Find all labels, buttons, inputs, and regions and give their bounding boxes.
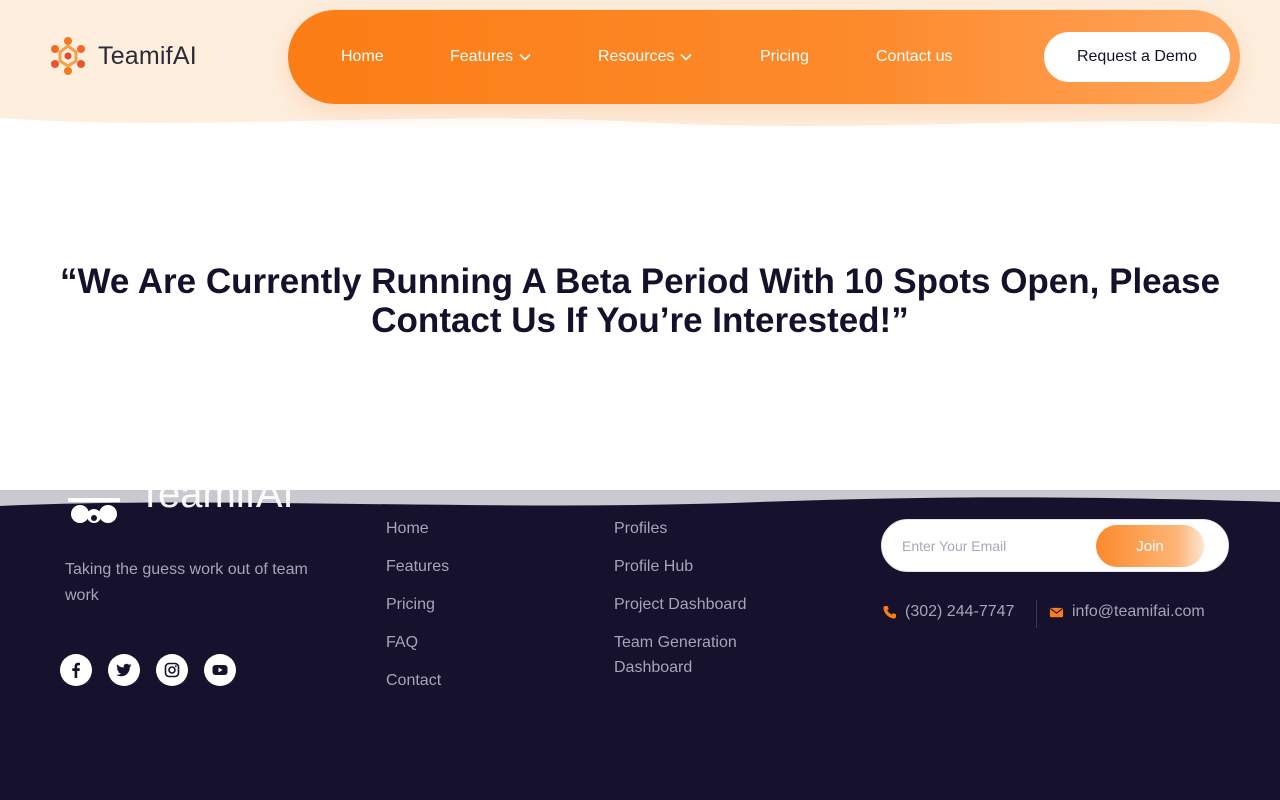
footer-link-project-dashboard[interactable]: Project Dashboard	[614, 592, 784, 617]
beta-quote: “We Are Currently Running A Beta Period …	[59, 262, 1221, 340]
footer-link-features[interactable]: Features	[386, 554, 449, 579]
facebook-icon	[72, 662, 80, 678]
email-input[interactable]	[902, 520, 1092, 571]
contact-phone[interactable]: (302) 244-7747	[882, 603, 1014, 621]
social-instagram[interactable]	[156, 654, 188, 686]
join-button[interactable]: Join	[1096, 525, 1204, 567]
nav-contact-label: Contact us	[876, 48, 953, 65]
nav-pricing[interactable]: Pricing	[760, 10, 809, 104]
youtube-icon	[212, 665, 228, 675]
footer-links-main: Home Features Pricing FAQ Contact	[386, 516, 449, 706]
chevron-down-icon	[519, 53, 531, 61]
site-footer: TeamifAI Taking the guess work out of te…	[0, 490, 1280, 800]
nav-contact[interactable]: Contact us	[876, 10, 952, 104]
footer-link-profiles[interactable]: Profiles	[614, 516, 784, 541]
phone-icon	[883, 605, 897, 619]
site-header: TeamifAI Home Features Resources Pricing…	[0, 0, 1280, 140]
footer-link-profile-hub[interactable]: Profile Hub	[614, 554, 784, 579]
social-youtube[interactable]	[204, 654, 236, 686]
nav-home[interactable]: Home	[341, 10, 384, 104]
envelope-icon	[1049, 607, 1064, 617]
footer-link-contact[interactable]: Contact	[386, 668, 449, 693]
nav-home-label: Home	[341, 48, 384, 65]
nav-features[interactable]: Features	[450, 10, 531, 104]
footer-brand-logo[interactable]: TeamifAI	[66, 490, 294, 528]
nav-features-label: Features	[450, 48, 514, 65]
footer-links-product: Profiles Profile Hub Project Dashboard T…	[614, 516, 784, 693]
instagram-icon	[164, 662, 180, 678]
nav-resources-label: Resources	[598, 48, 675, 65]
email-address: info@teamifai.com	[1072, 603, 1205, 620]
chevron-down-icon	[680, 53, 693, 61]
footer-brand-name: TeamifAI	[138, 490, 294, 516]
nav-resources[interactable]: Resources	[598, 10, 693, 104]
brand-name: TeamifAI	[98, 41, 197, 70]
social-links	[60, 654, 236, 686]
contact-email[interactable]: info@teamifai.com	[1049, 603, 1205, 621]
main-nav: Home Features Resources Pricing Contact …	[288, 10, 1240, 104]
social-twitter[interactable]	[108, 654, 140, 686]
footer-link-home[interactable]: Home	[386, 516, 449, 541]
footer-tagline: Taking the guess work out of team work	[65, 561, 308, 604]
brand-logo[interactable]: TeamifAI	[46, 34, 197, 78]
social-facebook[interactable]	[60, 654, 92, 686]
teamifai-logo-icon	[51, 37, 85, 75]
twitter-icon	[116, 663, 132, 677]
phone-number: (302) 244-7747	[905, 603, 1015, 620]
nav-pricing-label: Pricing	[760, 48, 809, 65]
teamifai-logo-icon	[68, 498, 120, 523]
footer-link-faq[interactable]: FAQ	[386, 630, 449, 655]
newsletter-form: Join	[881, 519, 1229, 572]
beta-announcement: “We Are Currently Running A Beta Period …	[0, 262, 1280, 340]
header-wave-divider	[0, 118, 1280, 140]
request-demo-button[interactable]: Request a Demo	[1044, 32, 1230, 82]
footer-link-pricing[interactable]: Pricing	[386, 592, 449, 617]
contact-divider	[1036, 600, 1037, 628]
footer-link-team-generation-dashboard[interactable]: Team Generation Dashboard	[614, 630, 784, 680]
